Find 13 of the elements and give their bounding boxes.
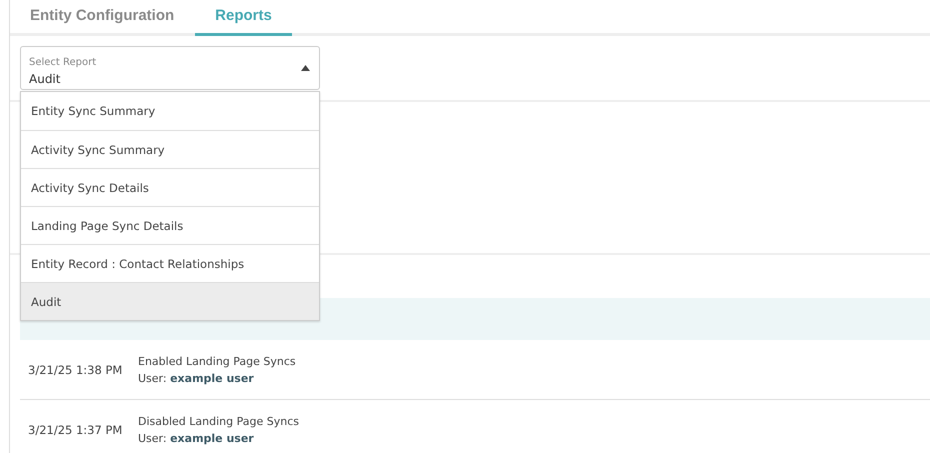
user-line: User: example user [138,430,254,446]
table-cell-text: Disabled Landing Page Syncs [138,414,299,430]
dropdown-item[interactable]: Audit [21,282,319,320]
table-cell-text: 3/21/25 1:37 PM [27,422,124,436]
table-cell-text: 3/21/25 1:38 PM [27,362,124,376]
report-select[interactable]: Select Report Audit [20,46,320,90]
dropdown-item[interactable]: Activity Sync Details [21,168,319,206]
dropdown-item[interactable]: Entity Sync Summary [21,92,319,130]
dropdown-item[interactable]: Activity Sync Summary [21,130,319,168]
dropdown-item[interactable]: Landing Page Sync Details [21,206,319,244]
user-line: User: example user [138,370,254,386]
field-label: Select Report [29,57,96,68]
table-cell-text: Enabled Landing Page Syncs [138,354,296,370]
